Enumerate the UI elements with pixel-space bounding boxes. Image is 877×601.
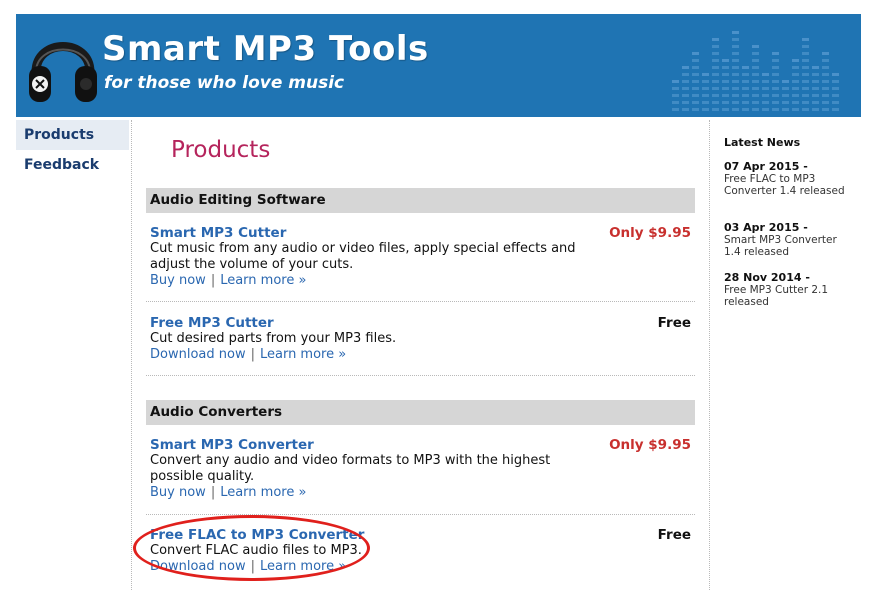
product-item: Free FLAC to MP3 Converter Free Convert … xyxy=(146,527,695,575)
column-divider xyxy=(131,120,132,590)
headphones-icon[interactable] xyxy=(26,20,100,110)
product-item: Smart MP3 Cutter Only $9.95 Cut music fr… xyxy=(146,225,695,289)
news-item: 07 Apr 2015 - Free FLAC to MP3 Converter… xyxy=(724,160,849,198)
section-header-audio-editing: Audio Editing Software xyxy=(146,188,695,213)
link-separator: | xyxy=(250,347,255,362)
buy-now-link[interactable]: Buy now xyxy=(150,485,206,500)
product-divider xyxy=(146,301,695,302)
sidebar-item-feedback[interactable]: Feedback xyxy=(16,150,129,180)
equalizer-graphic xyxy=(672,31,839,111)
product-name-link[interactable]: Free FLAC to MP3 Converter xyxy=(150,527,364,543)
learn-more-link[interactable]: Learn more » xyxy=(260,347,346,362)
link-separator: | xyxy=(210,485,216,500)
product-price: Only $9.95 xyxy=(609,225,691,241)
download-now-link[interactable]: Download now xyxy=(150,347,246,362)
site-header: Smart MP3 Tools for those who love music xyxy=(16,14,861,117)
section-title: Audio Editing Software xyxy=(150,192,326,208)
product-price: Only $9.95 xyxy=(609,437,691,453)
news-item: 28 Nov 2014 - Free MP3 Cutter 2.1 releas… xyxy=(724,271,849,309)
product-divider xyxy=(146,514,695,515)
product-item: Smart MP3 Converter Only $9.95 Convert a… xyxy=(146,437,695,501)
learn-more-link[interactable]: Learn more » xyxy=(260,559,346,574)
news-heading: Latest News xyxy=(724,136,801,149)
product-name-link[interactable]: Free MP3 Cutter xyxy=(150,315,274,331)
product-name-link[interactable]: Smart MP3 Cutter xyxy=(150,225,286,241)
product-description: Convert FLAC audio files to MP3. xyxy=(150,543,362,558)
product-description: Cut music from any audio or video files,… xyxy=(150,241,576,272)
buy-now-link[interactable]: Buy now xyxy=(150,273,206,288)
link-separator: | xyxy=(250,559,255,574)
page-title: Products xyxy=(171,137,271,163)
product-links: Download now | Learn more » xyxy=(150,559,346,575)
site-tagline: for those who love music xyxy=(104,73,345,93)
product-name-link[interactable]: Smart MP3 Converter xyxy=(150,437,314,453)
product-divider xyxy=(146,375,695,376)
news-date: 28 Nov 2014 - xyxy=(724,271,810,284)
news-text[interactable]: Free MP3 Cutter 2.1 released xyxy=(724,284,849,308)
learn-more-link[interactable]: Learn more » xyxy=(220,485,306,500)
product-description: Cut desired parts from your MP3 files. xyxy=(150,331,397,346)
section-header-audio-converters: Audio Converters xyxy=(146,400,695,425)
product-price: Free xyxy=(657,315,691,331)
site-title: Smart MP3 Tools xyxy=(102,29,429,69)
news-date: 07 Apr 2015 - xyxy=(724,160,808,173)
news-text[interactable]: Free FLAC to MP3 Converter 1.4 released xyxy=(724,173,849,197)
product-description: Convert any audio and video formats to M… xyxy=(150,453,551,484)
section-title: Audio Converters xyxy=(150,404,283,420)
news-item: 03 Apr 2015 - Smart MP3 Converter 1.4 re… xyxy=(724,221,849,259)
news-text[interactable]: Smart MP3 Converter 1.4 released xyxy=(724,234,849,258)
product-price: Free xyxy=(657,527,691,543)
column-divider xyxy=(709,120,710,590)
download-now-link[interactable]: Download now xyxy=(150,559,246,574)
product-item: Free MP3 Cutter Free Cut desired parts f… xyxy=(146,315,695,363)
product-links: Buy now | Learn more » xyxy=(150,273,306,289)
link-separator: | xyxy=(210,273,216,288)
news-date: 03 Apr 2015 - xyxy=(724,221,808,234)
product-links: Download now | Learn more » xyxy=(150,347,346,363)
learn-more-link[interactable]: Learn more » xyxy=(220,273,306,288)
product-links: Buy now | Learn more » xyxy=(150,485,306,501)
sidebar-nav: Products Feedback xyxy=(16,120,129,590)
sidebar-item-products[interactable]: Products xyxy=(16,120,129,150)
